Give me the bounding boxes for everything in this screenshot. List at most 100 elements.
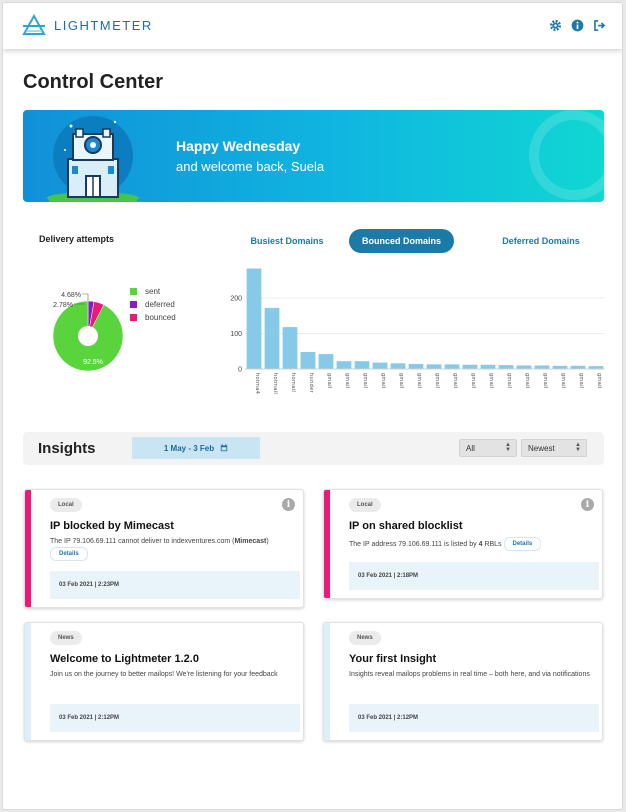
info-icon[interactable]	[570, 18, 584, 32]
bar[interactable]	[534, 365, 550, 369]
bar[interactable]	[282, 327, 298, 369]
insight-description: Insights reveal mailops problems in real…	[349, 671, 590, 678]
top-navbar: LIGHTMETER	[3, 3, 622, 49]
bar[interactable]	[408, 364, 424, 369]
bar[interactable]	[336, 361, 352, 369]
logout-icon[interactable]	[592, 18, 606, 32]
x-tick-label: gmail	[488, 373, 494, 389]
tab-deferred-domains[interactable]: Deferred Domains	[491, 229, 591, 253]
gear-icon[interactable]	[548, 18, 562, 32]
top-icons	[548, 18, 606, 32]
x-tick-label: gmail	[542, 373, 548, 389]
insight-title: Welcome to Lightmeter 1.2.0	[50, 653, 199, 665]
pie-label-sent: 92.5%	[83, 359, 103, 366]
y-tick-label: 0	[238, 367, 242, 374]
legend-label: sent	[145, 287, 161, 296]
pie-leader-line	[82, 293, 89, 301]
x-tick-label: gmail	[362, 373, 368, 389]
x-tick-label: homail	[290, 373, 296, 392]
x-tick-label: gmail	[560, 373, 566, 389]
insight-card[interactable]: Local i IP on shared blocklist The IP ad…	[323, 489, 603, 599]
info-icon[interactable]: i	[581, 498, 594, 511]
filter-value: All	[466, 443, 475, 453]
insights-title: Insights	[38, 440, 96, 457]
welcome-banner: Happy Wednesday and welcome back, Suela	[23, 110, 604, 202]
card-stripe	[324, 623, 330, 740]
legend-item-sent: sent	[130, 287, 176, 296]
bar[interactable]	[516, 365, 532, 369]
insight-tag: News	[349, 631, 381, 645]
pie-legend: sent deferred bounced	[130, 287, 176, 326]
select-arrows-icon: ▲ ▼	[575, 442, 581, 453]
sort-select[interactable]: Newest ▲ ▼	[521, 439, 587, 457]
card-stripe	[25, 490, 31, 607]
x-tick-label: gmail	[344, 373, 350, 389]
legend-swatch	[130, 314, 137, 321]
legend-item-deferred: deferred	[130, 300, 176, 309]
logo[interactable]: LIGHTMETER	[22, 14, 153, 36]
banner-welcome: and welcome back, Suela	[176, 159, 325, 174]
x-tick-label: gmail	[398, 373, 404, 389]
x-tick-label: gmail	[434, 373, 440, 389]
insight-card[interactable]: Local i IP blocked by Mimecast The IP 79…	[24, 489, 304, 608]
tab-busiest-domains[interactable]: Busiest Domains	[241, 229, 333, 253]
y-tick-label: 200	[230, 295, 242, 302]
decorative-shape-icon	[529, 110, 604, 200]
insight-tag: News	[50, 631, 82, 645]
bar[interactable]	[300, 351, 316, 369]
bar[interactable]	[480, 364, 496, 369]
observatory-illustration	[47, 116, 139, 202]
bar[interactable]	[372, 362, 388, 369]
x-tick-label: gmail	[452, 373, 458, 389]
info-icon[interactable]: i	[282, 498, 295, 511]
calendar-icon	[220, 444, 228, 452]
x-tick-label: gmail	[326, 373, 332, 389]
legend-item-bounced: bounced	[130, 313, 176, 322]
bar[interactable]	[318, 354, 334, 369]
legend-label: bounced	[145, 313, 176, 322]
x-tick-label: gmail	[596, 373, 602, 389]
legend-swatch	[130, 301, 137, 308]
delivery-pie-chart: 4.68% 2.78% 92.5%	[25, 273, 135, 388]
insight-tag: Local	[349, 498, 381, 512]
bar[interactable]	[444, 364, 460, 369]
insight-timestamp: 03 Feb 2021 | 2:12PM	[50, 704, 300, 732]
bounced-domains-bar-chart: 0 100 200 hotma4 hotmail homail hunder gmail gma…	[221, 261, 611, 416]
app-window: LIGHTMETER Control Center Happy Wednesda…	[2, 2, 623, 810]
x-tick-label: gmail	[470, 373, 476, 389]
card-stripe	[324, 490, 330, 598]
details-button[interactable]: Details	[503, 537, 542, 551]
page-title: Control Center	[23, 71, 163, 93]
insight-timestamp: 03 Feb 2021 | 2:23PM	[50, 571, 300, 599]
bar[interactable]	[462, 364, 478, 369]
insight-card[interactable]: News Welcome to Lightmeter 1.2.0 Join us…	[24, 622, 304, 741]
bar[interactable]	[390, 363, 406, 369]
desc-text: RBLs	[482, 540, 502, 548]
insight-card[interactable]: News Your first Insight Insights reveal …	[323, 622, 603, 741]
x-tick-label: hunder	[308, 373, 314, 393]
x-tick-label: gmail	[524, 373, 530, 389]
y-tick-label: 100	[230, 331, 242, 338]
bar[interactable]	[426, 364, 442, 369]
bar[interactable]	[354, 361, 370, 369]
bar[interactable]	[246, 268, 262, 369]
date-range-label: 1 May - 3 Feb	[163, 443, 215, 453]
bar[interactable]	[498, 365, 514, 369]
x-tick-label: hotma4	[254, 373, 260, 394]
bar[interactable]	[264, 307, 280, 369]
x-tick-label: gmail	[380, 373, 386, 389]
insight-tag: Local	[50, 498, 82, 512]
details-button[interactable]: Details	[50, 547, 88, 561]
insight-timestamp: 03 Feb 2021 | 2:18PM	[349, 562, 599, 590]
date-range-button[interactable]: 1 May - 3 Feb	[132, 437, 260, 459]
lightmeter-logo-icon	[22, 14, 46, 35]
insight-description: The IP address 79.106.69.111 is listed b…	[349, 537, 599, 551]
category-filter-select[interactable]: All ▲ ▼	[459, 439, 517, 457]
desc-text: )	[266, 538, 269, 545]
desc-text: The IP address 79.106.69.111 is listed b…	[349, 540, 479, 548]
insights-header: Insights 1 May - 3 Feb All ▲ ▼ Newest ▲ ▼	[23, 432, 604, 465]
insight-title: IP blocked by Mimecast	[50, 520, 174, 532]
insight-title: IP on shared blocklist	[349, 520, 463, 532]
tab-bounced-domains[interactable]: Bounced Domains	[349, 229, 454, 253]
app-name: LIGHTMETER	[54, 17, 153, 33]
